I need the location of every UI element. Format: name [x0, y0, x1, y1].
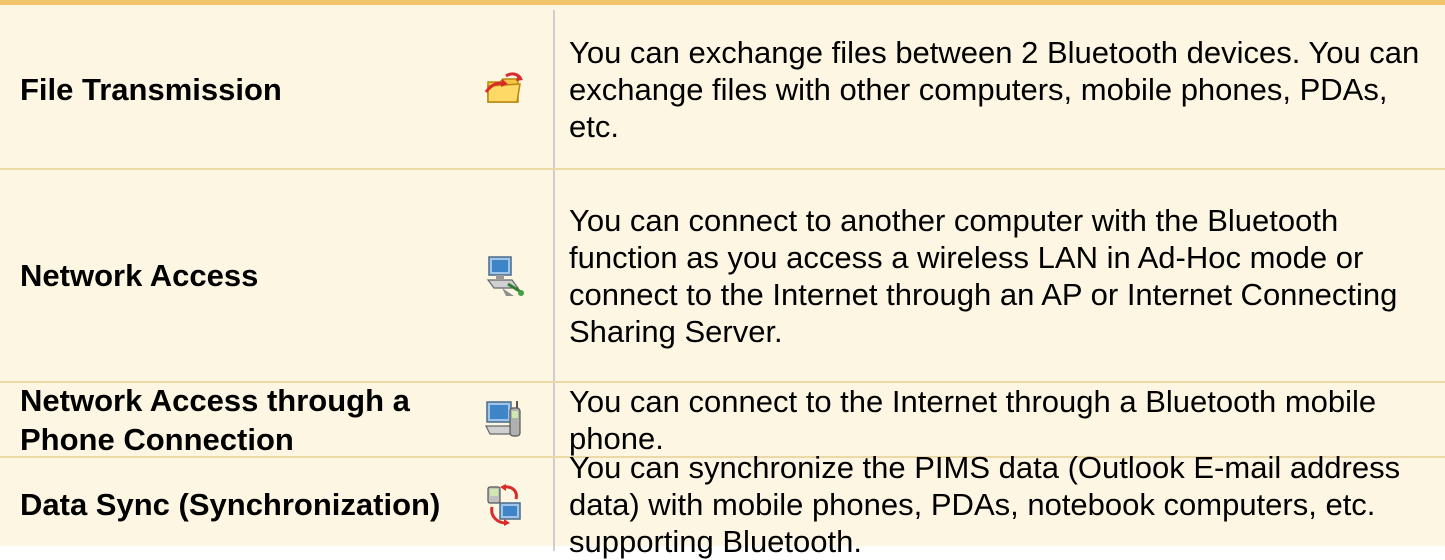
feature-description: You can synchronize the PIMS data (Outlo…: [569, 450, 1401, 559]
feature-name-cell: File Transmission: [0, 10, 455, 168]
table-row: Data Sync (Synchronization) You can sync…: [0, 450, 1445, 559]
feature-description: You can exchange files between 2 Bluetoo…: [569, 34, 1420, 144]
feature-name: File Transmission: [20, 71, 282, 107]
bluetooth-features-table: File Transmission You can exchange files…: [0, 0, 1445, 559]
feature-icon-cell: [455, 458, 555, 551]
feature-icon-cell: [455, 170, 555, 381]
table-row: File Transmission You can exchange files…: [0, 10, 1445, 170]
feature-description-cell: You can connect to another computer with…: [555, 170, 1445, 381]
feature-description-cell: You can exchange files between 2 Bluetoo…: [555, 10, 1445, 168]
feature-name: Network Access: [20, 258, 259, 293]
feature-description-cell: You can connect to the Internet through …: [555, 383, 1445, 456]
feature-name: Network Access through a Phone Connectio…: [20, 382, 410, 457]
feature-name-cell: Data Sync (Synchronization): [0, 458, 455, 551]
sync-devices-icon: [484, 483, 524, 527]
feature-icon-cell: [455, 10, 555, 168]
feature-name: Data Sync (Synchronization): [20, 487, 441, 522]
network-computer-icon: [484, 254, 524, 298]
feature-description: You can connect to another computer with…: [569, 202, 1398, 349]
table-row: Network Access You can connect to anothe…: [0, 170, 1445, 383]
feature-description: You can connect to the Internet through …: [569, 383, 1377, 456]
feature-description-cell: You can synchronize the PIMS data (Outlo…: [555, 450, 1445, 559]
table-row: Network Access through a Phone Connectio…: [0, 383, 1445, 458]
feature-name-cell: Network Access: [0, 170, 455, 381]
feature-name-cell: Network Access through a Phone Connectio…: [0, 382, 455, 457]
folder-transfer-icon: [484, 70, 524, 108]
computer-phone-icon: [484, 398, 524, 442]
feature-icon-cell: [455, 383, 555, 456]
